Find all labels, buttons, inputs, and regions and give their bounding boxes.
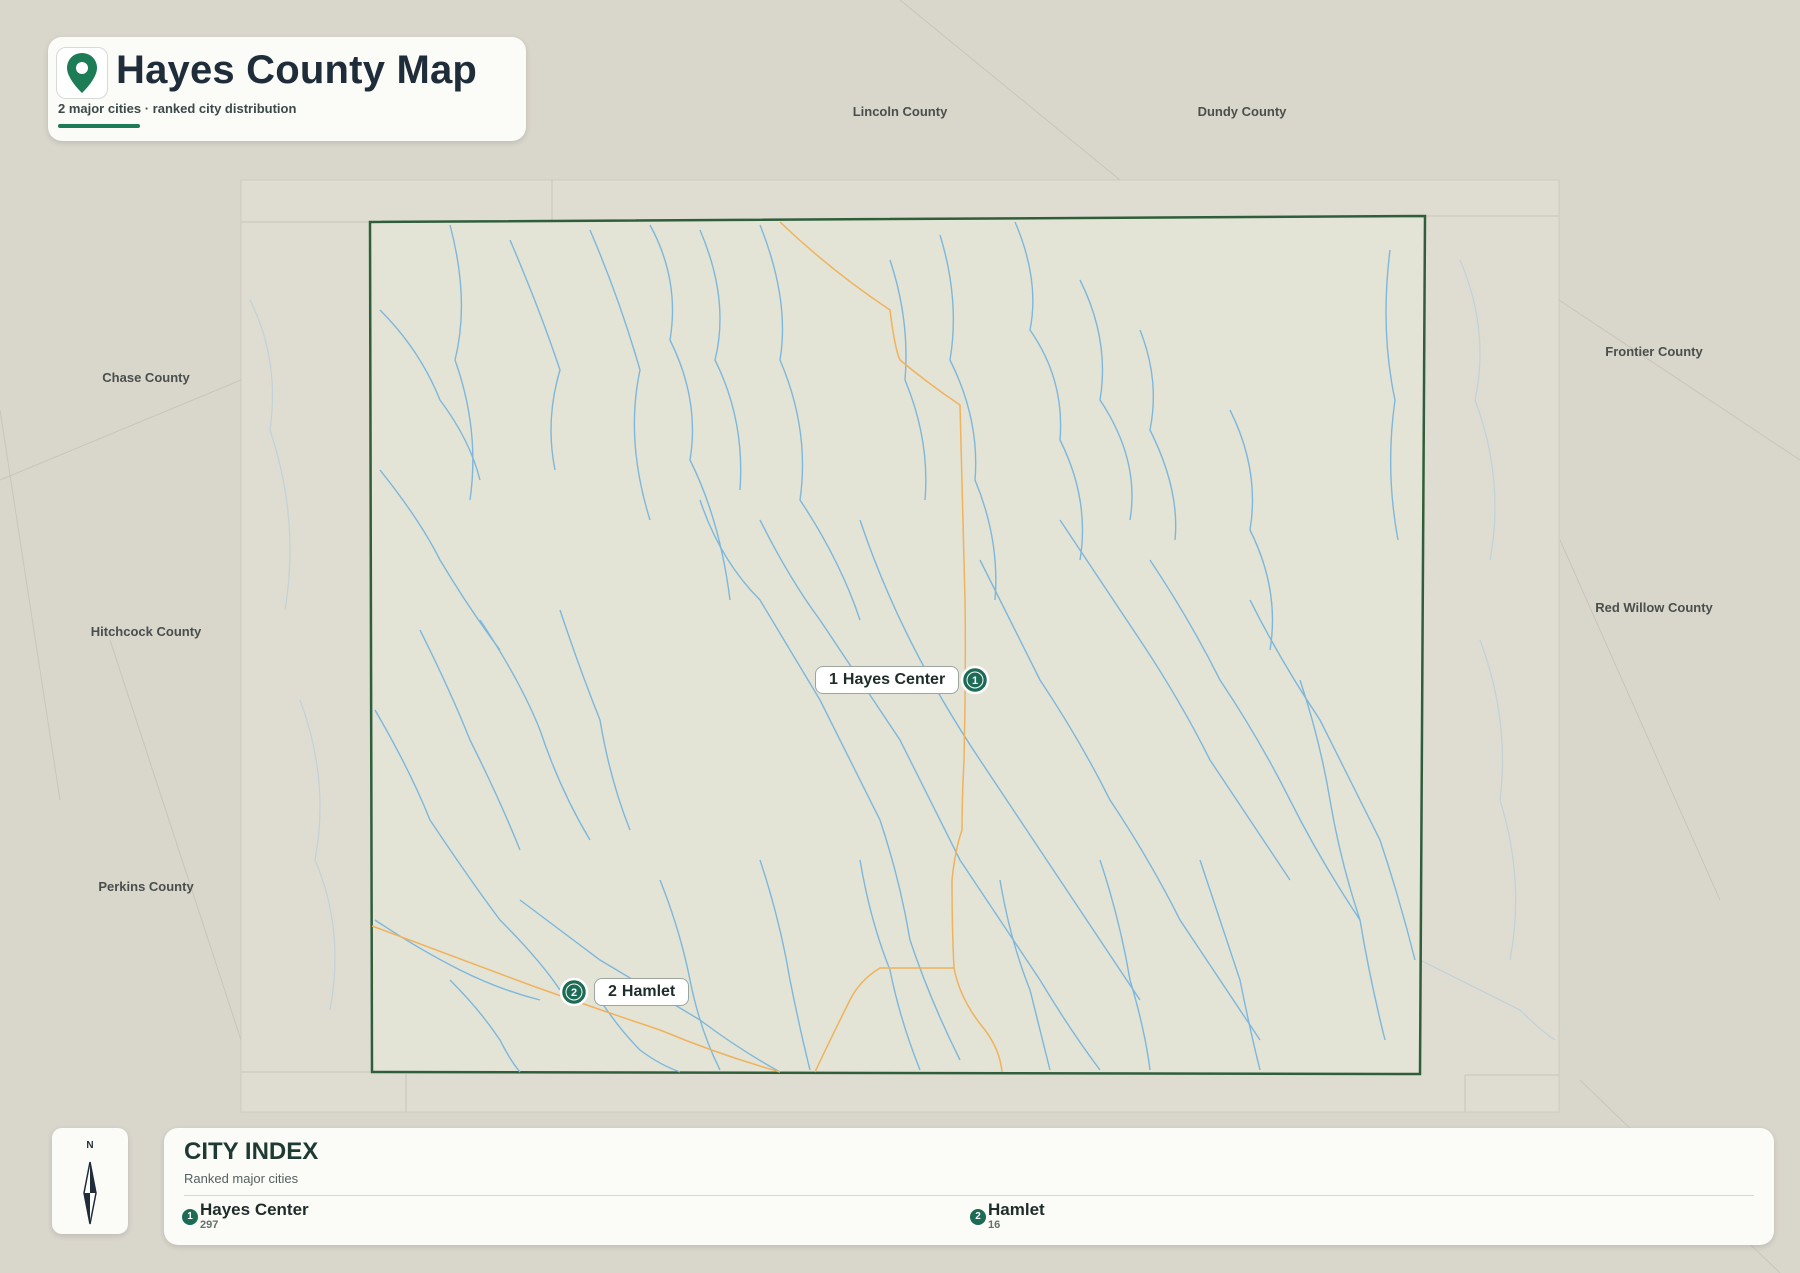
city-index-population: 16 (988, 1219, 1001, 1231)
city-rank-badge: 2 (970, 1209, 986, 1225)
county-label-frontier: Frontier County (1605, 344, 1703, 359)
compass-needle-icon (83, 1161, 97, 1225)
city-label-hamlet[interactable]: 2 Hamlet (594, 978, 690, 1006)
compass-north-label: N (86, 1140, 94, 1151)
map-pin-icon (56, 47, 108, 99)
city-index-subheading: Ranked major cities (184, 1171, 299, 1186)
city-index-divider (184, 1195, 1754, 1196)
city-rank-badge: 1 (182, 1209, 198, 1225)
hayes-county-boundary (368, 214, 1427, 1076)
county-label-hitchcock: Hitchcock County (90, 624, 202, 639)
title-accent-bar (58, 124, 140, 128)
county-label-lincoln: Lincoln County (852, 104, 948, 119)
city-label-rank: 1 (829, 671, 838, 688)
county-label-perkins: Perkins County (98, 879, 194, 894)
county-label-chase: Chase County (102, 370, 190, 385)
city-index-heading: CITY INDEX (184, 1138, 319, 1165)
city-label-hayes-center[interactable]: 1 Hayes Center (815, 666, 960, 694)
city-label-name: Hamlet (621, 983, 676, 1000)
city-marker-hayes-center[interactable]: 1 (960, 665, 990, 695)
city-marker-hamlet[interactable]: 2 (559, 977, 589, 1007)
city-index-panel: CITY INDEX Ranked major cities 1 Hayes C… (164, 1128, 1774, 1245)
city-marker-rank: 1 (972, 675, 978, 687)
title-card: Hayes County Map 2 major cities · ranked… (48, 37, 526, 141)
county-label-dundy: Dundy County (1197, 104, 1287, 119)
city-label-name: Hayes Center (842, 671, 946, 688)
city-index-name: Hayes Center (200, 1200, 309, 1219)
city-index-population: 297 (200, 1219, 219, 1231)
page-subtitle: 2 major cities · ranked city distributio… (58, 101, 297, 116)
county-label-red-willow: Red Willow County (1595, 600, 1713, 615)
city-index-name: Hamlet (988, 1200, 1045, 1219)
city-label-rank: 2 (608, 983, 617, 1000)
page-title: Hayes County Map (116, 48, 478, 92)
city-marker-rank: 2 (571, 987, 577, 999)
map-canvas[interactable]: 1 2 (0, 0, 1800, 1273)
compass-rose: N (52, 1128, 128, 1234)
